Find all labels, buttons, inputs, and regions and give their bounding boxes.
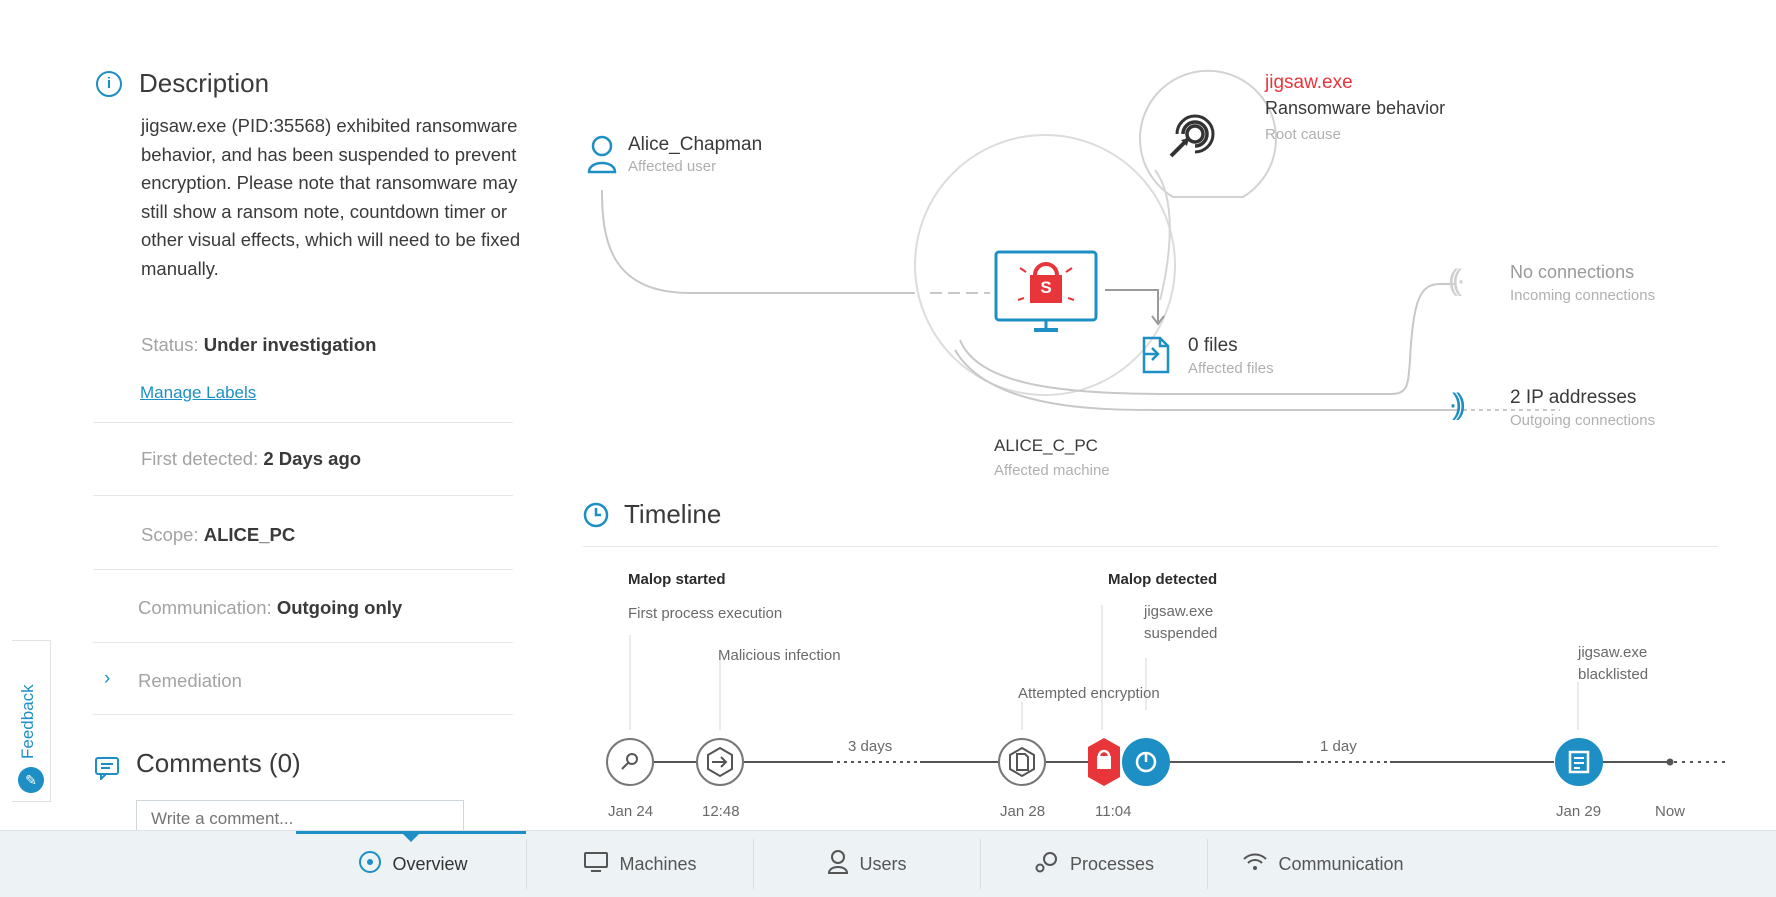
divider bbox=[93, 495, 513, 496]
malop-detected-icon[interactable] bbox=[1086, 736, 1122, 793]
root-cause-desc: Ransomware behavior bbox=[1265, 98, 1446, 118]
malicious-infection-label: Malicious infection bbox=[718, 647, 841, 664]
blacklisted-label-2: blacklisted bbox=[1578, 666, 1649, 683]
power-icon bbox=[1135, 751, 1157, 773]
date-jan-24: Jan 24 bbox=[608, 803, 654, 820]
machine-name[interactable]: ALICE_C_PC bbox=[994, 436, 1098, 456]
communication-row: Communication: Outgoing only bbox=[138, 597, 402, 619]
comment-icon bbox=[94, 756, 120, 785]
date-jan-29: Jan 29 bbox=[1556, 803, 1602, 820]
comments-title: Comments (0) bbox=[136, 748, 301, 778]
tab-overview-label: Overview bbox=[392, 853, 468, 874]
remediation-toggle[interactable]: Remediation bbox=[138, 670, 242, 692]
gap-3-days: 3 days bbox=[848, 738, 893, 755]
user-icon bbox=[827, 849, 849, 880]
feedback-icon: ✎ bbox=[18, 767, 44, 793]
files-icon bbox=[1138, 334, 1172, 381]
files-sub: Affected files bbox=[1188, 360, 1274, 377]
bottom-nav: Overview Machines Users Processes Commun… bbox=[0, 830, 1776, 897]
tab-processes[interactable]: Processes bbox=[981, 831, 1207, 897]
infected-machine-icon[interactable]: S bbox=[994, 250, 1098, 341]
divider bbox=[583, 546, 1718, 547]
first-detected-row: First detected: 2 Days ago bbox=[141, 448, 361, 470]
gap-1-day: 1 day bbox=[1320, 738, 1357, 755]
suspended-label-2: suspended bbox=[1144, 625, 1218, 642]
processes-icon bbox=[1034, 850, 1060, 879]
date-jan-28: Jan 28 bbox=[1000, 803, 1046, 820]
outgoing-signal-icon: ·)) bbox=[1448, 388, 1466, 421]
user-name[interactable]: Alice_Chapman bbox=[628, 134, 762, 156]
incoming-signal-icon: ((· bbox=[1448, 264, 1466, 297]
manage-labels-link[interactable]: Manage Labels bbox=[140, 383, 256, 403]
first-detected-label: First detected: bbox=[141, 448, 259, 469]
incoming-sub: Incoming connections bbox=[1510, 287, 1656, 304]
divider bbox=[93, 422, 513, 423]
time-12-48: 12:48 bbox=[702, 803, 740, 820]
divider bbox=[93, 714, 513, 715]
outgoing-sub: Outgoing connections bbox=[1510, 412, 1656, 429]
divider bbox=[93, 569, 513, 570]
status-row: Status: Under investigation bbox=[141, 334, 376, 356]
status-label: Status: bbox=[141, 334, 199, 355]
tab-processes-label: Processes bbox=[1069, 853, 1155, 874]
machine-sub: Affected machine bbox=[994, 462, 1110, 479]
timeline-title: Timeline bbox=[624, 499, 722, 529]
tab-users[interactable]: Users bbox=[754, 831, 980, 897]
scope-row: Scope: ALICE_PC bbox=[141, 524, 295, 546]
attempted-encryption-label: Attempted encryption bbox=[1018, 685, 1160, 702]
outgoing-title[interactable]: 2 IP addresses bbox=[1510, 387, 1636, 409]
tab-communication[interactable]: Communication bbox=[1208, 831, 1438, 897]
blacklisted-label-1: jigsaw.exe bbox=[1578, 644, 1648, 661]
communication-value: Outgoing only bbox=[276, 597, 403, 618]
scope-label: Scope: bbox=[141, 524, 199, 545]
malop-detected-label: Malop detected bbox=[1108, 571, 1218, 588]
file-hex-icon bbox=[1009, 746, 1035, 778]
time-11-04: 11:04 bbox=[1095, 803, 1132, 820]
tab-communication-label: Communication bbox=[1278, 853, 1404, 874]
description-text: jigsaw.exe (PID:35568) exhibited ransomw… bbox=[141, 115, 521, 279]
timeline-node-process-start[interactable] bbox=[606, 738, 654, 786]
root-cause-name[interactable]: jigsaw.exe bbox=[1265, 72, 1353, 94]
ransomware-icon bbox=[1163, 108, 1223, 173]
scope-value: ALICE_PC bbox=[203, 524, 296, 545]
first-process-label: First process execution bbox=[628, 605, 783, 622]
incoming-title[interactable]: No connections bbox=[1510, 262, 1634, 283]
key-icon bbox=[621, 753, 638, 770]
blacklist-icon bbox=[1568, 750, 1590, 774]
screen-glyph: S bbox=[1040, 278, 1052, 297]
tab-overview[interactable]: Overview bbox=[300, 831, 526, 897]
malop-started-label: Malop started bbox=[628, 571, 726, 588]
monitor-icon bbox=[583, 851, 609, 878]
status-value: Under investigation bbox=[203, 334, 377, 355]
timeline-node-infection[interactable] bbox=[696, 738, 744, 786]
files-title[interactable]: 0 files bbox=[1188, 335, 1238, 357]
user-sub: Affected user bbox=[628, 158, 717, 175]
divider bbox=[93, 642, 513, 643]
timeline-node-encryption[interactable] bbox=[998, 738, 1046, 786]
communication-label: Communication: bbox=[138, 597, 272, 618]
root-cause-sub: Root cause bbox=[1265, 126, 1341, 143]
overview-icon bbox=[358, 850, 382, 879]
infection-icon bbox=[707, 746, 733, 778]
info-icon: i bbox=[96, 71, 122, 97]
timeline-node-blacklisted[interactable] bbox=[1555, 738, 1603, 786]
clock-icon bbox=[583, 502, 609, 533]
tab-users-label: Users bbox=[859, 853, 907, 874]
tab-machines[interactable]: Machines bbox=[527, 831, 753, 897]
suspended-label-1: jigsaw.exe bbox=[1144, 603, 1214, 620]
timeline-node-suspended[interactable] bbox=[1122, 738, 1170, 786]
feedback-tab[interactable]: Feedback ✎ bbox=[12, 640, 51, 802]
now-label: Now bbox=[1655, 803, 1686, 820]
tab-machines-label: Machines bbox=[619, 853, 697, 874]
feedback-label: Feedback bbox=[18, 684, 37, 759]
wifi-icon bbox=[1242, 851, 1268, 878]
first-detected-value: 2 Days ago bbox=[263, 448, 362, 469]
user-icon bbox=[586, 134, 618, 179]
description-title: Description bbox=[139, 68, 270, 98]
chevron-right-icon[interactable]: › bbox=[104, 668, 110, 690]
